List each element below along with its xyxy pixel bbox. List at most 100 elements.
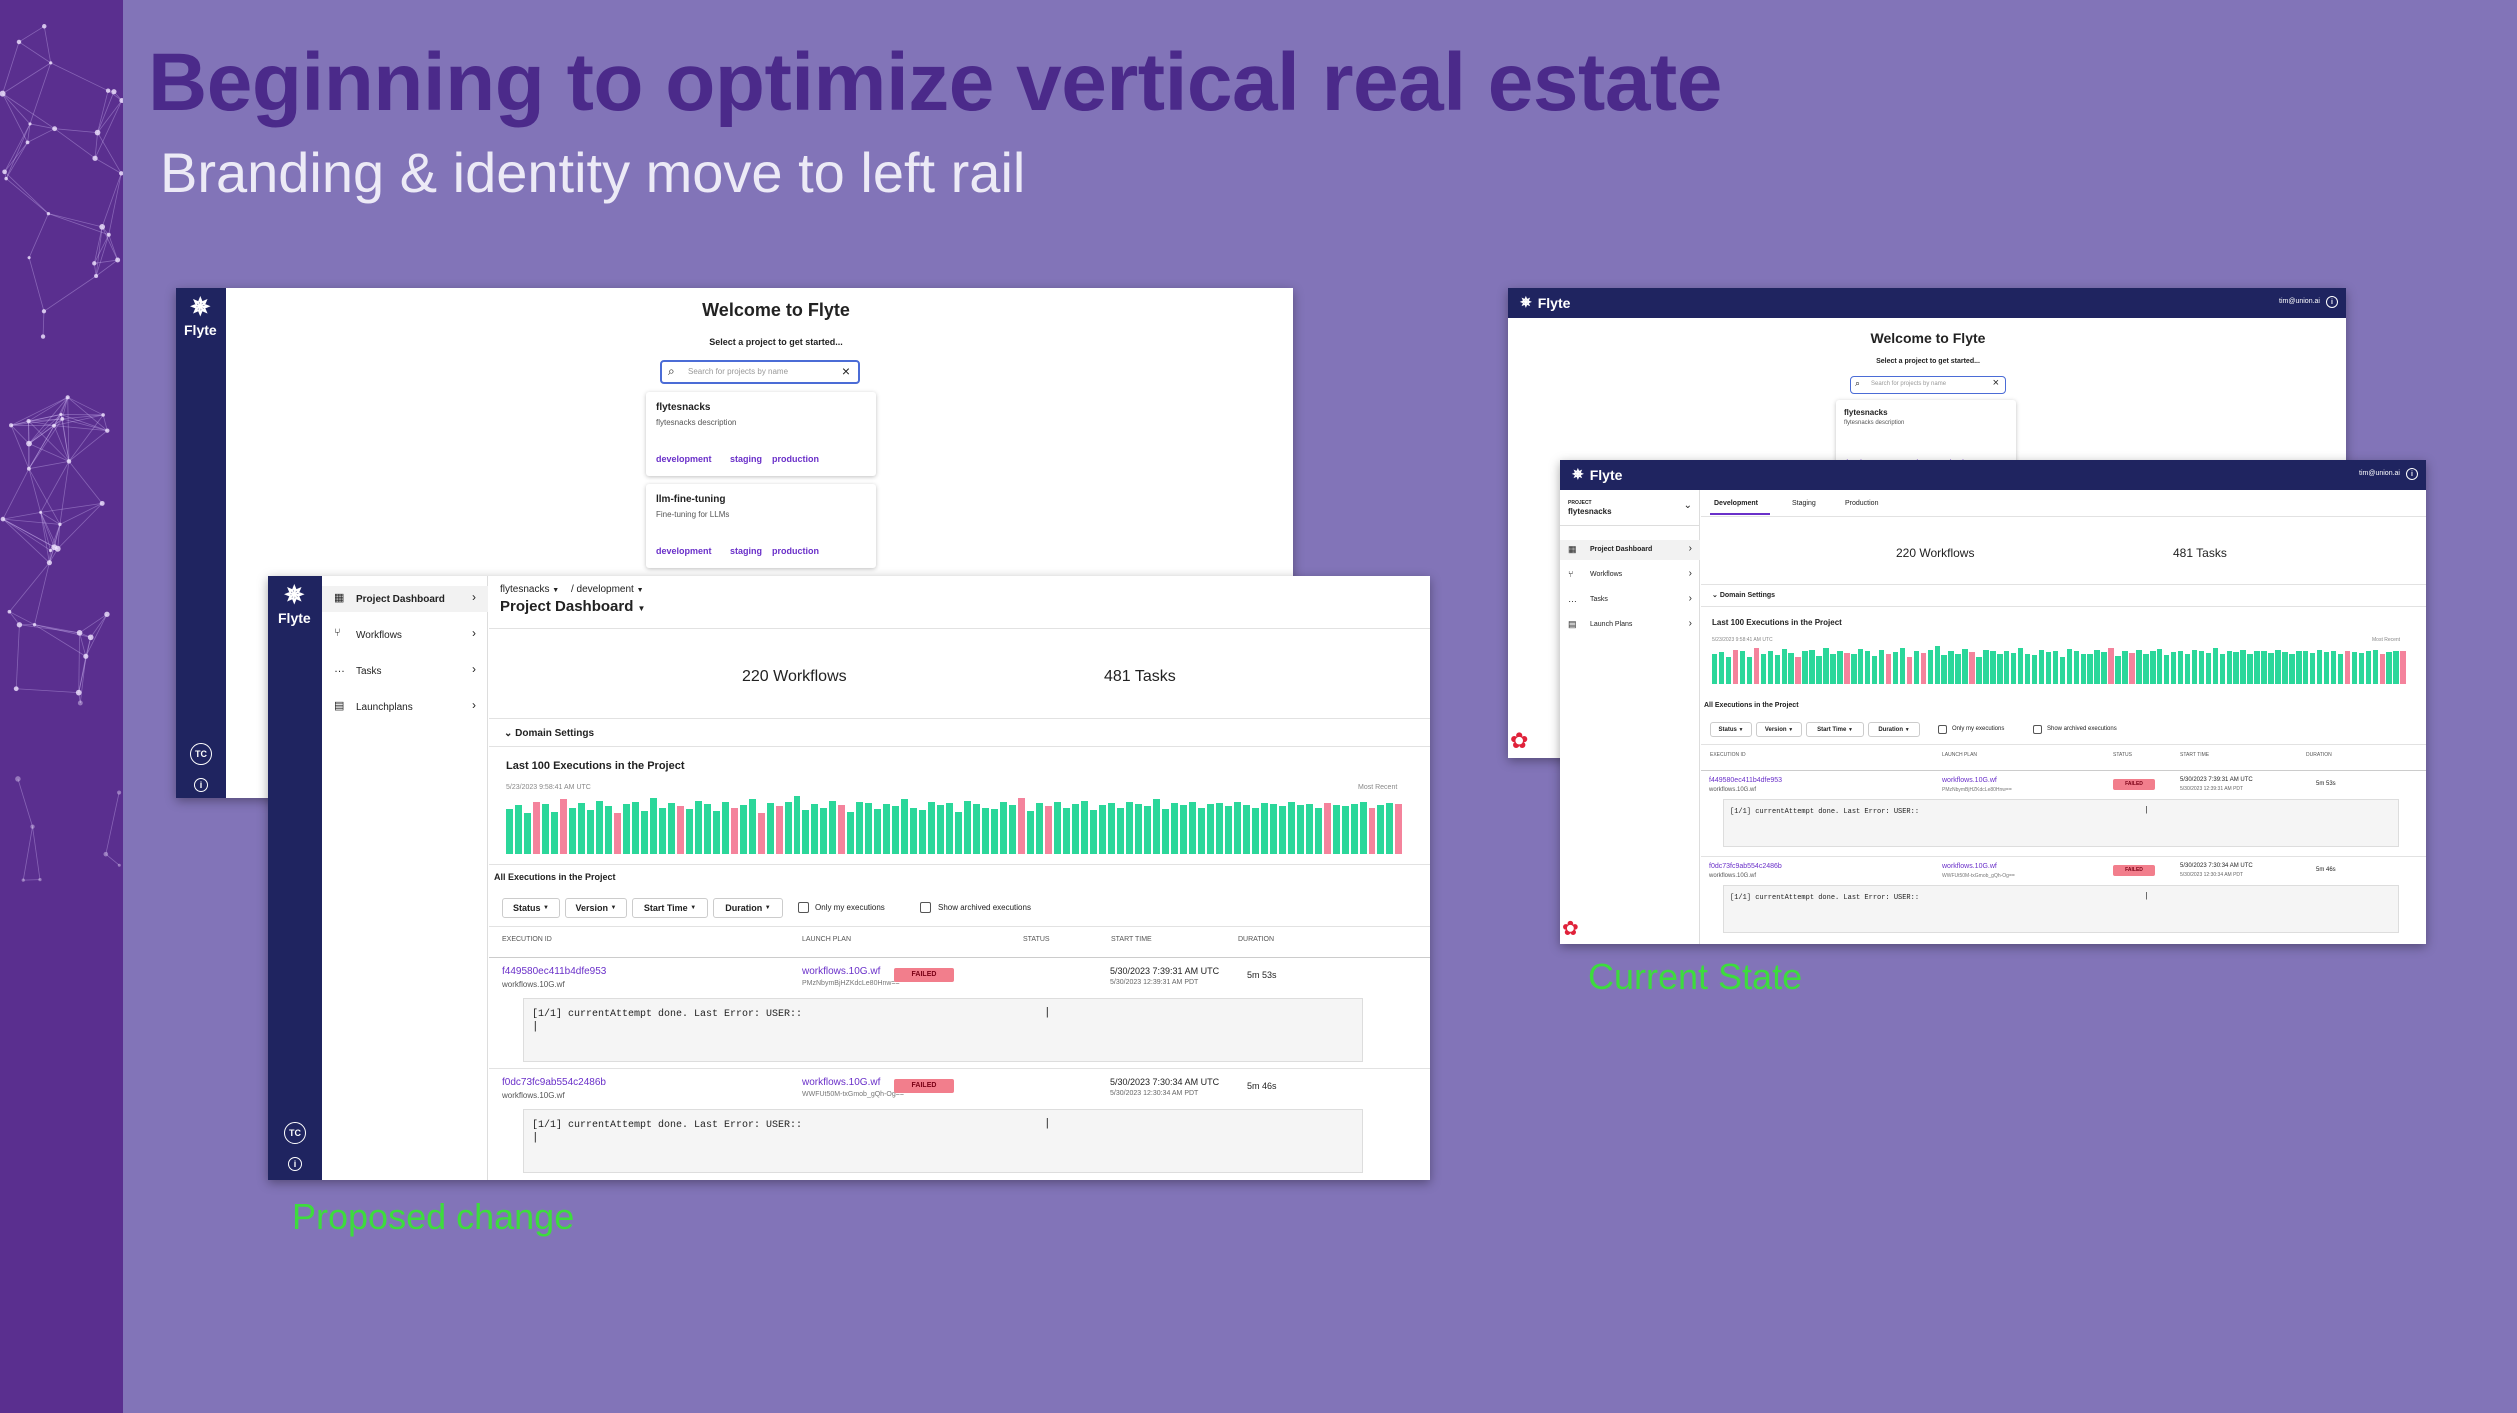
execution-bar[interactable] [2303, 651, 2309, 684]
execution-bar[interactable] [2184, 653, 2191, 684]
execution-bar[interactable] [2372, 649, 2378, 684]
execution-bar[interactable] [1997, 654, 2003, 684]
execution-bar[interactable] [1983, 649, 1989, 684]
nav-item-workflows[interactable]: ⑂ Workflows › [1560, 565, 1700, 585]
execution-bar[interactable] [613, 813, 621, 854]
execution-bar[interactable] [1962, 649, 1968, 684]
launch-plan-link[interactable]: workflows.10G.wf [1942, 863, 1997, 870]
execution-bar[interactable] [892, 806, 900, 854]
execution-bar[interactable] [685, 808, 693, 854]
nav-item-project-dashboard[interactable]: ▦ Project Dashboard › [322, 586, 488, 612]
execution-bar[interactable] [2351, 652, 2358, 684]
execution-bar[interactable] [1143, 806, 1151, 854]
execution-bar[interactable] [847, 812, 855, 854]
show-archived-checkbox[interactable] [2033, 725, 2042, 734]
execution-bar[interactable] [1134, 804, 1142, 854]
execution-bar[interactable] [2129, 652, 2135, 684]
execution-bar[interactable] [1823, 647, 1829, 684]
execution-bar[interactable] [1323, 802, 1331, 854]
execution-bar[interactable] [775, 806, 783, 854]
execution-bar[interactable] [2240, 649, 2246, 684]
filter-status[interactable]: Status ▼ [502, 898, 560, 918]
execution-bar[interactable] [1107, 802, 1115, 854]
execution-bar[interactable] [2004, 651, 2010, 684]
execution-bar[interactable] [2038, 649, 2045, 684]
execution-bar[interactable] [577, 802, 585, 854]
execution-bar[interactable] [829, 800, 837, 854]
execution-bar[interactable] [2247, 653, 2253, 684]
domain-link-staging[interactable]: staging [730, 454, 762, 464]
execution-bar[interactable] [2045, 652, 2052, 684]
launch-plan-link[interactable]: workflows.10G.wf [802, 1077, 880, 1088]
execution-bar[interactable] [1197, 807, 1205, 854]
execution-bar[interactable] [1242, 805, 1250, 854]
execution-bar[interactable] [631, 801, 639, 854]
execution-bar[interactable] [2136, 649, 2142, 684]
filter-start-time[interactable]: Start Time ▼ [1806, 722, 1864, 737]
execution-bar[interactable] [757, 813, 765, 854]
execution-bar[interactable] [1260, 802, 1268, 854]
execution-bar[interactable] [1161, 808, 1169, 854]
execution-bar[interactable] [1000, 801, 1008, 854]
execution-bar[interactable] [1816, 655, 1822, 684]
filter-duration[interactable]: Duration ▼ [713, 898, 783, 918]
execution-bar[interactable] [982, 807, 990, 854]
execution-bar[interactable] [1767, 650, 1774, 684]
execution-bar[interactable] [1885, 653, 1892, 684]
execution-bar[interactable] [856, 801, 864, 854]
execution-bar[interactable] [2017, 648, 2024, 684]
execution-bar[interactable] [883, 804, 891, 854]
execution-bar[interactable] [1760, 653, 1767, 684]
filter-version[interactable]: Version ▼ [1756, 722, 1802, 737]
execution-bar[interactable] [784, 801, 792, 854]
tab-staging[interactable]: Staging [1792, 500, 1816, 507]
execution-bar[interactable] [1233, 801, 1241, 854]
execution-bar[interactable] [559, 799, 567, 854]
execution-bar[interactable] [955, 812, 963, 854]
page-title[interactable]: Project Dashboard ▼ [500, 598, 645, 615]
execution-bar[interactable] [1844, 652, 1850, 684]
execution-bar[interactable] [640, 811, 648, 854]
execution-bar[interactable] [1179, 805, 1187, 854]
execution-bar[interactable] [2150, 651, 2156, 684]
execution-bar[interactable] [1224, 806, 1232, 854]
filter-status[interactable]: Status ▼ [1710, 722, 1752, 737]
execution-bar[interactable] [532, 801, 540, 854]
clear-icon[interactable]: × [1993, 377, 1999, 389]
execution-bar[interactable] [1350, 804, 1358, 854]
execution-bar[interactable] [658, 807, 666, 854]
execution-bar[interactable] [1278, 806, 1286, 854]
execution-bar[interactable] [2052, 650, 2059, 684]
execution-bar[interactable] [973, 804, 981, 854]
execution-bar[interactable] [1170, 802, 1178, 854]
info-icon[interactable]: i [2406, 468, 2418, 480]
execution-bar[interactable] [712, 811, 720, 854]
execution-bar[interactable] [1152, 799, 1160, 854]
execution-bar[interactable] [2170, 652, 2177, 684]
domain-link-development[interactable]: development [656, 454, 712, 464]
execution-bar[interactable] [1063, 807, 1071, 854]
execution-bar[interactable] [2143, 653, 2149, 684]
filter-version[interactable]: Version ▼ [565, 898, 627, 918]
execution-bar[interactable] [2344, 650, 2351, 684]
execution-bar[interactable] [2094, 649, 2100, 684]
execution-bar[interactable] [1359, 801, 1367, 854]
domain-link-production[interactable]: production [772, 546, 819, 556]
execution-bar[interactable] [1296, 805, 1304, 854]
execution-bar[interactable] [2073, 651, 2080, 684]
execution-bar[interactable] [1864, 651, 1871, 684]
execution-id-link[interactable]: f0dc73fc9ab554c2486b [502, 1077, 606, 1088]
execution-bar[interactable] [901, 799, 909, 854]
only-my-executions-checkbox[interactable] [798, 902, 809, 913]
project-card[interactable]: flytesnacks flytesnacks description deve… [646, 392, 876, 476]
execution-bar[interactable] [1739, 651, 1746, 684]
execution-bar[interactable] [730, 807, 738, 854]
execution-bar[interactable] [1906, 657, 1913, 684]
execution-bar[interactable] [1072, 804, 1079, 854]
nav-item-launchplans[interactable]: ▤ Launchplans › [322, 694, 488, 720]
execution-bar[interactable] [946, 802, 954, 854]
execution-bar[interactable] [2219, 654, 2226, 684]
execution-bar[interactable] [676, 806, 684, 854]
execution-bar[interactable] [2059, 656, 2066, 684]
execution-bar[interactable] [1018, 798, 1026, 854]
